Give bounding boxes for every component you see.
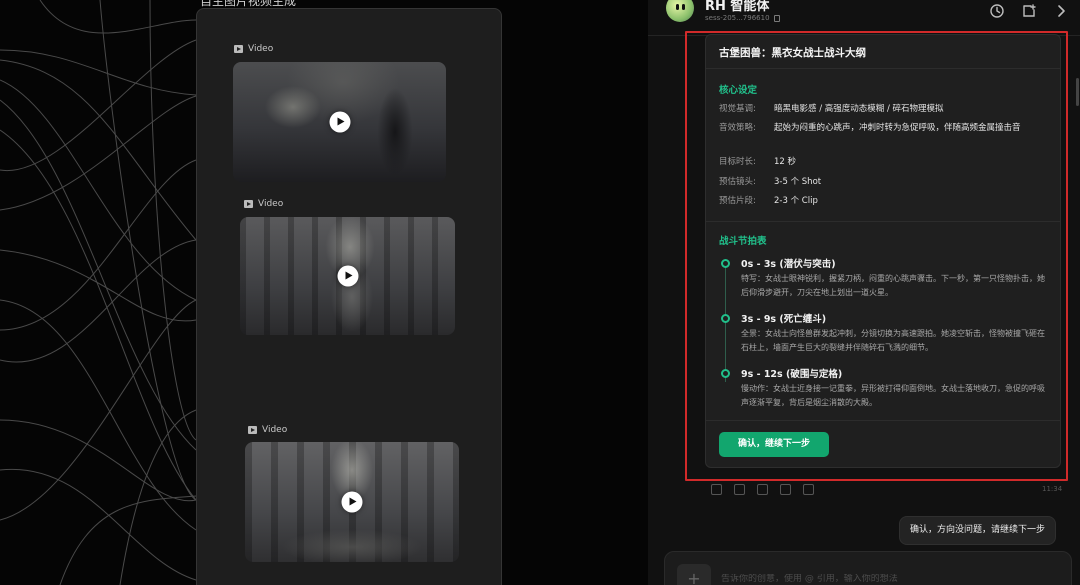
video-icon xyxy=(244,200,253,208)
chat-input[interactable] xyxy=(721,574,1021,584)
section-title-beats: 战斗节拍表 xyxy=(719,236,767,247)
play-icon[interactable] xyxy=(341,491,363,513)
chat-panel: RH 智能体 sess-205...796610 古堡困兽：黑衣女战士战斗大纲 … xyxy=(648,0,1080,585)
new-chat-icon[interactable] xyxy=(1021,3,1037,19)
video-icon xyxy=(234,45,243,53)
comment-icon[interactable] xyxy=(734,484,745,495)
divider xyxy=(706,221,1060,222)
timeline-line xyxy=(725,267,726,382)
thumbs-down-icon[interactable] xyxy=(803,484,814,495)
timeline-dot-icon xyxy=(721,259,730,268)
confirm-continue-button[interactable]: 确认，继续下一步 xyxy=(719,432,829,457)
attach-button[interactable] xyxy=(677,564,711,585)
video-thumbnail[interactable] xyxy=(240,217,455,335)
video-icon xyxy=(248,426,257,434)
session-id: sess-205...796610 xyxy=(705,14,780,22)
play-icon[interactable] xyxy=(329,111,350,133)
video-thumbnail[interactable] xyxy=(233,62,446,182)
workflow-canvas[interactable]: 自主图片视频生成 Video Video Video xyxy=(0,0,648,585)
outline-card: 古堡困兽：黑衣女战士战斗大纲 核心设定 视觉基调: 暗黑电影感 / 高强度动态模… xyxy=(705,34,1061,468)
section-title-core: 核心设定 xyxy=(719,85,758,96)
chat-input-box xyxy=(664,551,1072,585)
agent-avatar xyxy=(666,0,694,22)
outline-title: 古堡困兽：黑衣女战士战斗大纲 xyxy=(719,47,866,59)
agent-name: RH 智能体 xyxy=(705,0,770,14)
play-icon[interactable] xyxy=(337,265,358,287)
divider xyxy=(706,420,1060,421)
divider xyxy=(706,68,1060,69)
setting-row: 音效策略: 起始为闷重的心跳声，冲刺时转为急促呼吸，伴随高频金属撞击音 xyxy=(719,123,1021,133)
chat-header: RH 智能体 sess-205...796610 xyxy=(648,0,1080,36)
setting-row: 视觉基调: 暗黑电影感 / 高强度动态模糊 / 碎石物理模拟 xyxy=(719,104,944,114)
setting-row: 目标时长: 12 秒 xyxy=(719,157,797,167)
message-timestamp: 11:34 xyxy=(1042,485,1063,493)
chevron-right-icon[interactable] xyxy=(1053,3,1069,19)
video-node-label: Video xyxy=(248,425,287,435)
thumbs-up-icon[interactable] xyxy=(780,484,791,495)
setting-row: 预估片段: 2-3 个 Clip xyxy=(719,196,818,206)
timeline-dot-icon xyxy=(721,314,730,323)
copy-icon[interactable] xyxy=(773,14,780,22)
video-node-label: Video xyxy=(244,199,283,209)
message-actions xyxy=(711,484,814,495)
plus-icon[interactable] xyxy=(757,484,768,495)
video-thumbnail[interactable] xyxy=(245,442,459,562)
video-node-label: Video xyxy=(234,44,273,54)
copy-icon[interactable] xyxy=(711,484,722,495)
scrollbar[interactable] xyxy=(1076,78,1079,106)
setting-row: 预估镜头: 3-5 个 Shot xyxy=(719,177,822,187)
user-message: 确认，方向没问题，请继续下一步 xyxy=(899,516,1057,545)
history-icon[interactable] xyxy=(989,3,1005,19)
timeline-dot-icon xyxy=(721,369,730,378)
